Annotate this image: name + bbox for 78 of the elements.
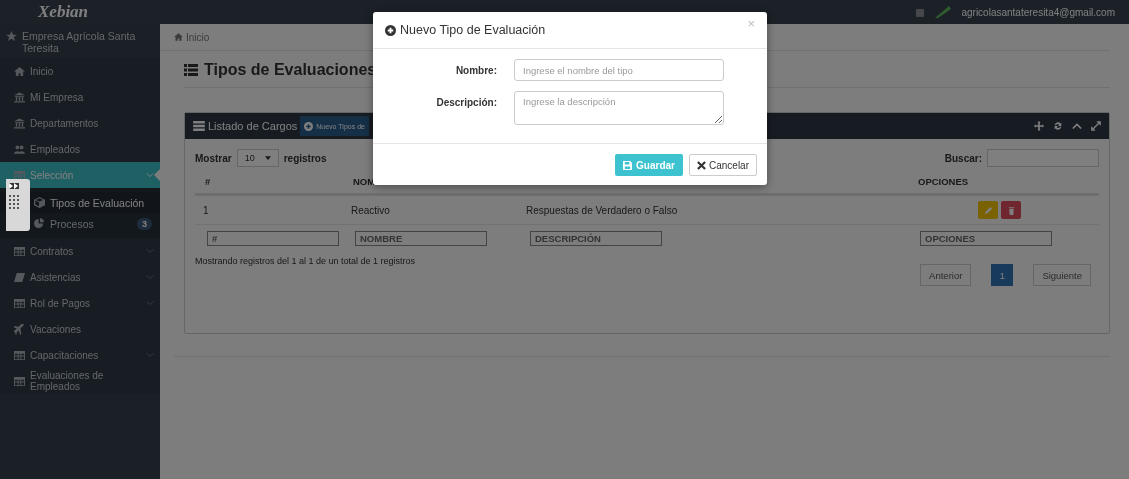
trash-icon <box>1006 205 1016 215</box>
search-label: Buscar: <box>944 152 982 164</box>
table-cell-text: Reactivo <box>351 204 391 216</box>
cancel-button[interactable]: Cancelar <box>688 154 757 176</box>
home-icon <box>14 65 25 77</box>
field-label: Descripción: <box>435 96 497 108</box>
plane-icon <box>14 323 25 335</box>
column-header[interactable]: # <box>205 175 353 187</box>
column-filter-field[interactable]: DESCRIPCIÓN <box>530 231 662 246</box>
plus-circle-icon <box>304 121 314 131</box>
table-icon <box>14 297 25 309</box>
previous-button[interactable]: Anterior <box>920 264 972 286</box>
column-header[interactable]: OPCIONES <box>918 175 1089 187</box>
move-icon[interactable] <box>1034 121 1044 131</box>
sidebar-item[interactable]: Evaluaciones de Empleados <box>0 368 160 394</box>
table-icon <box>14 245 25 257</box>
count-badge: 3 <box>137 217 152 230</box>
leaf-icon <box>935 6 952 18</box>
column-filter-field[interactable]: # <box>207 231 339 246</box>
table-icon <box>14 349 25 361</box>
name-input-field[interactable]: Ingrese el nombre del tipo <box>514 59 724 81</box>
breadcrumb-link[interactable]: Inicio <box>174 31 210 43</box>
pencil-icon <box>983 205 993 215</box>
records-info: Mostrando registros del 1 al 1 de un total de 1 registros <box>195 256 416 268</box>
column-filter-field[interactable]: NOMBRE <box>355 231 487 246</box>
show-label: Mostrar <box>195 152 232 164</box>
sidebar-item[interactable]: Inicio <box>0 58 160 84</box>
search-field[interactable] <box>987 149 1099 167</box>
table-cell-text: Respuestas de Verdadero o Falso <box>526 204 679 216</box>
list-icon <box>193 121 205 131</box>
column-filter-field[interactable]: OPCIONES <box>920 231 1052 246</box>
cube-icon <box>34 197 45 208</box>
panel-title: Listado de Cargos <box>208 120 298 132</box>
close-icon <box>696 160 706 170</box>
active-pointer-icon <box>154 169 160 181</box>
home-icon <box>174 33 183 41</box>
caret-down-icon <box>264 156 271 160</box>
page-size-select[interactable]: 10 <box>236 149 279 167</box>
list-icon <box>184 64 198 76</box>
pie-chart-icon <box>34 218 45 229</box>
delete-button[interactable] <box>1001 201 1021 219</box>
bank-icon <box>14 117 25 129</box>
sidebar-item[interactable]: Selección <box>0 162 160 188</box>
sidebar-item[interactable]: Asistencias <box>0 264 160 290</box>
plus-circle-icon <box>385 24 396 36</box>
records-label: registros <box>283 152 327 164</box>
bank-icon <box>14 91 25 103</box>
star-icon <box>6 31 17 42</box>
modal-title: Nuevo Tipo de Evaluación <box>400 23 547 37</box>
sidebar-item[interactable]: Capacitaciones <box>0 342 160 368</box>
description-textarea[interactable]: Ingrese la descripción <box>514 91 724 125</box>
panel-toggle-button[interactable] <box>6 179 30 231</box>
page-title: Tipos de Evaluaciones <box>204 61 377 79</box>
logo: Xebian <box>38 2 89 22</box>
sidebar-item[interactable]: Mi Empresa <box>0 84 160 110</box>
refresh-icon[interactable] <box>1053 121 1063 131</box>
field-label: Nombre: <box>454 64 497 76</box>
table-icon <box>14 375 25 387</box>
sidebar-item[interactable]: Contratos <box>0 238 160 264</box>
book-icon <box>14 271 25 283</box>
sidebar-item[interactable]: Empleados <box>0 136 160 162</box>
table-cell-text: 1 <box>203 204 210 216</box>
table-icon <box>14 169 25 181</box>
sidebar-item[interactable]: Vacaciones <box>0 316 160 342</box>
grid-icon <box>9 195 19 209</box>
user-email[interactable]: agricolasantateresita4@gmail.com <box>961 6 1115 18</box>
double-arrow-icon <box>9 183 19 189</box>
company-name: Empresa Agrícola Santa Teresita <box>22 30 137 54</box>
next-button[interactable]: Siguiente <box>1033 264 1091 286</box>
chevron-down-icon <box>146 172 154 178</box>
sidebar-item[interactable]: Departamentos <box>0 110 160 136</box>
chevron-up-icon[interactable] <box>1072 121 1082 131</box>
page-button[interactable]: 1 <box>991 264 1014 286</box>
sidebar-item[interactable]: Rol de Pagos <box>0 290 160 316</box>
users-icon <box>14 143 25 155</box>
save-button[interactable]: Guardar <box>615 154 683 176</box>
close-button[interactable]: × <box>747 16 755 31</box>
expand-icon[interactable] <box>1091 121 1101 131</box>
